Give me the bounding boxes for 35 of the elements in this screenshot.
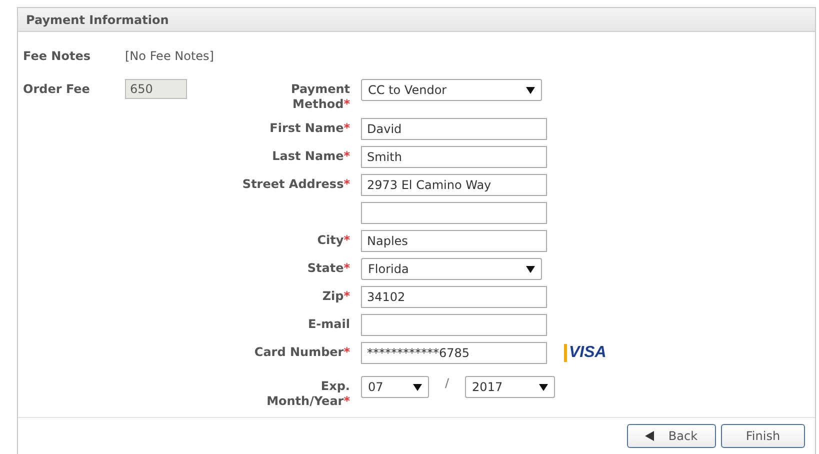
input-field[interactable]: Naples — [361, 230, 547, 252]
field-label: First Name* — [268, 120, 350, 136]
input-field[interactable] — [361, 202, 547, 224]
finish-button[interactable]: Finish — [721, 424, 805, 448]
panel-title: Payment Information — [26, 12, 169, 26]
dropdown[interactable]: 2017 — [465, 376, 556, 398]
caret-icon — [413, 384, 422, 390]
left-arrow-icon — [645, 431, 654, 441]
dropdown[interactable]: CC to Vendor — [361, 79, 542, 101]
back-button[interactable]: Back — [627, 424, 716, 448]
field-label: Payment Method* — [290, 81, 350, 112]
field-label: Street Address* — [241, 176, 350, 192]
input-field[interactable]: 2973 El Camino Way — [361, 174, 547, 196]
field-label: Exp. Month/Year* — [266, 378, 350, 409]
field-label: E-mail — [306, 316, 350, 332]
fee-notes-text: [No Fee Notes] — [125, 49, 214, 63]
input-field[interactable]: Smith — [361, 146, 547, 168]
separator: / — [444, 376, 450, 390]
input-field[interactable] — [361, 314, 547, 336]
input-field[interactable]: ************6785 — [361, 342, 547, 364]
dropdown[interactable]: Florida — [361, 258, 542, 280]
caret-icon — [526, 266, 535, 272]
field-label: Order Fee — [23, 81, 91, 96]
input-field[interactable]: David — [361, 118, 547, 140]
field-label: Zip* — [321, 288, 350, 304]
field-label: Fee Notes — [23, 49, 92, 63]
caret-icon — [526, 86, 535, 94]
dropdown[interactable]: 07 — [361, 376, 429, 398]
field-label: Card Number* — [253, 344, 350, 360]
field-label: State* — [306, 260, 350, 276]
field-label: City* — [316, 232, 350, 248]
caret-icon — [539, 384, 548, 390]
input-field[interactable]: 34102 — [361, 286, 547, 308]
card-brand-logo: VISA — [564, 344, 606, 362]
field-label: Last Name* — [271, 148, 350, 164]
